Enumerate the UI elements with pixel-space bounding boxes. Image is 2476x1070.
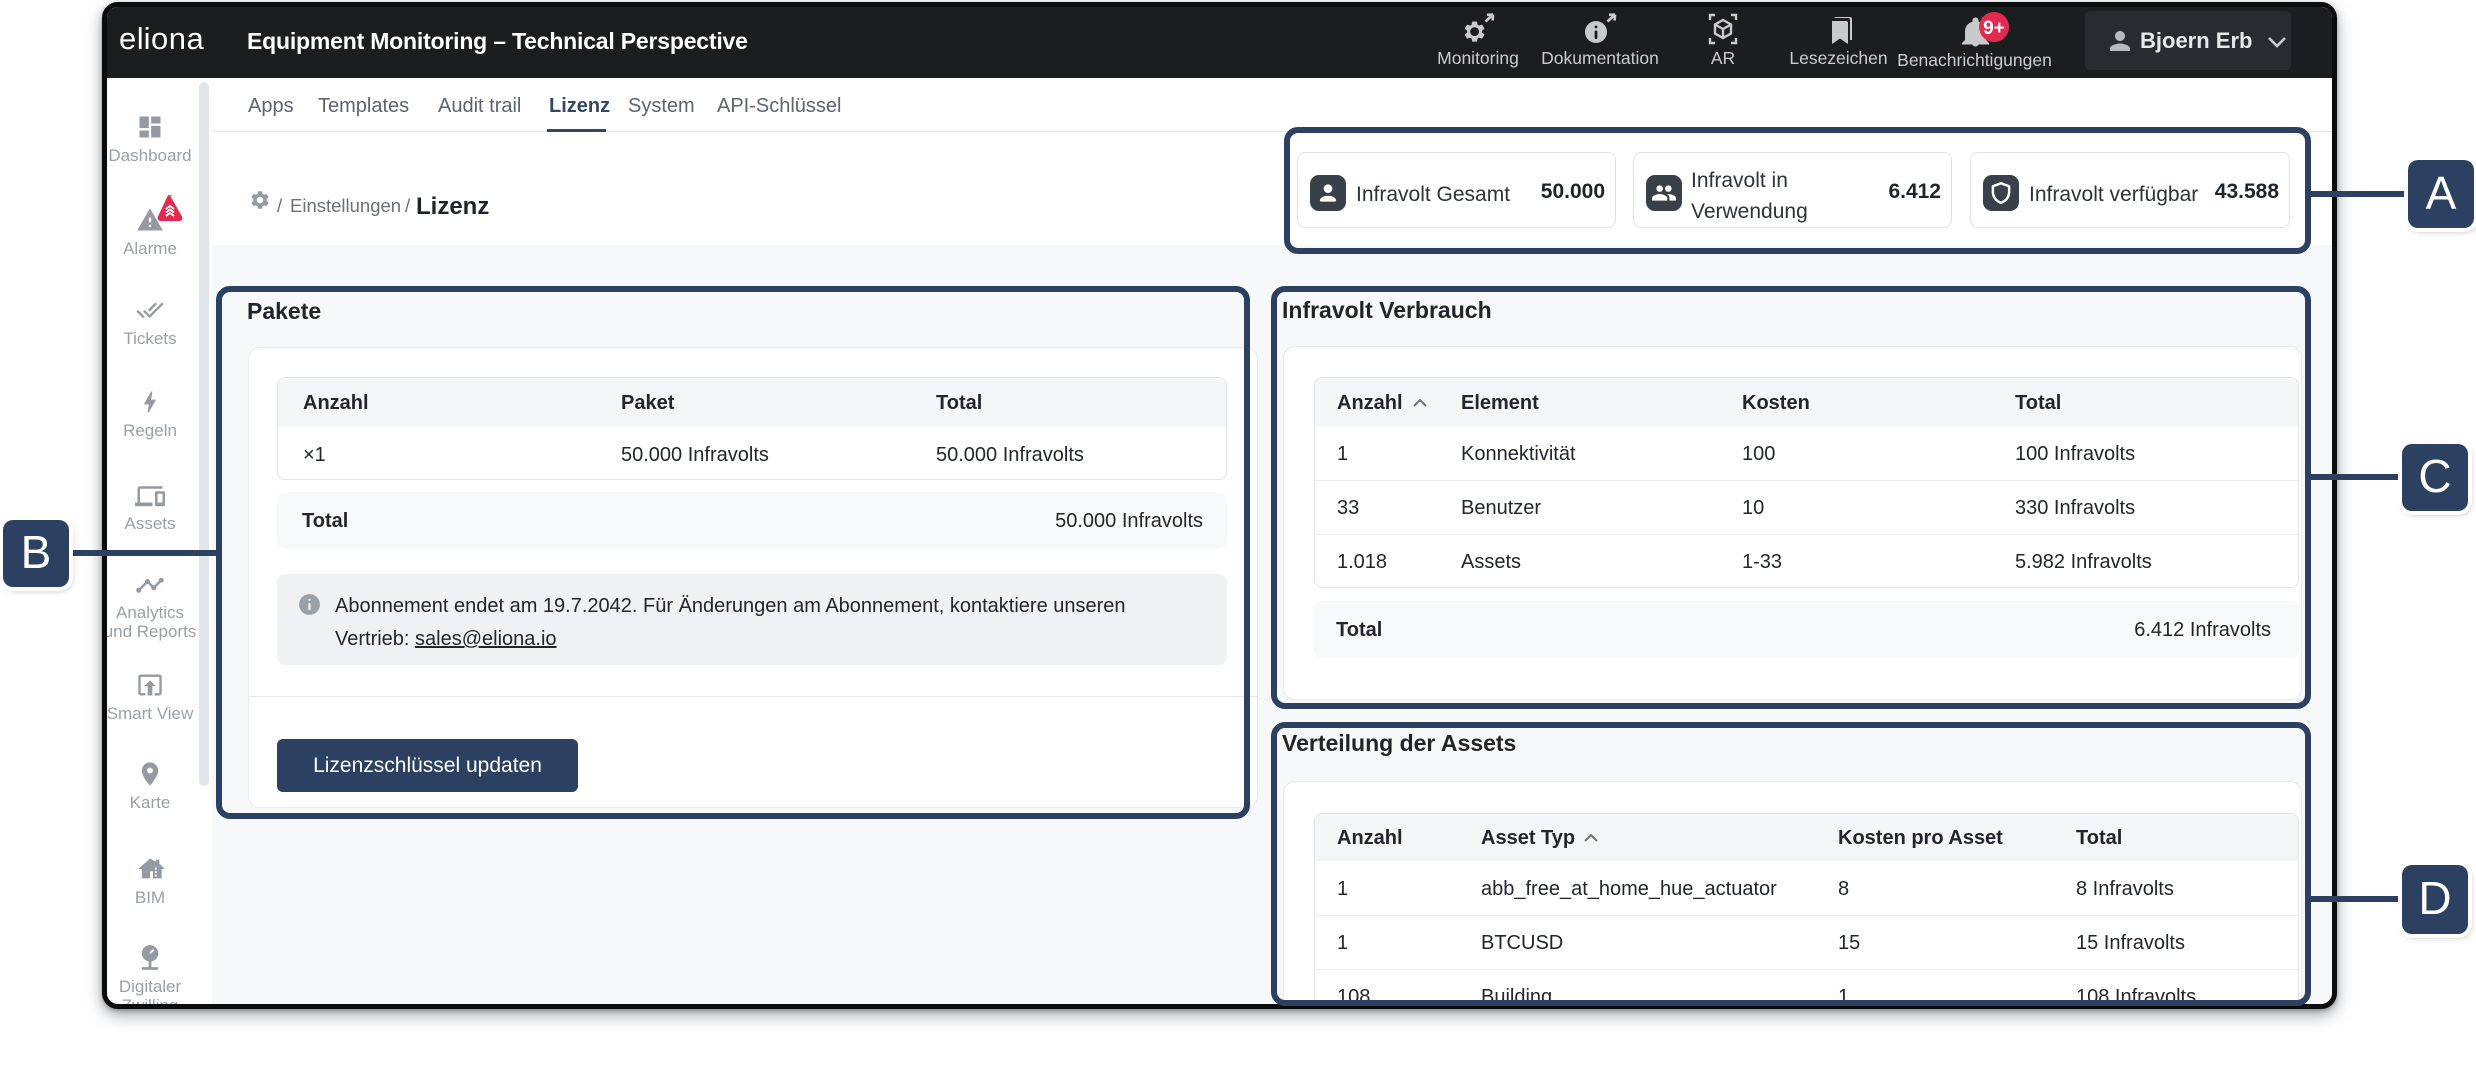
svg-text:9+: 9+ xyxy=(1983,18,2005,39)
